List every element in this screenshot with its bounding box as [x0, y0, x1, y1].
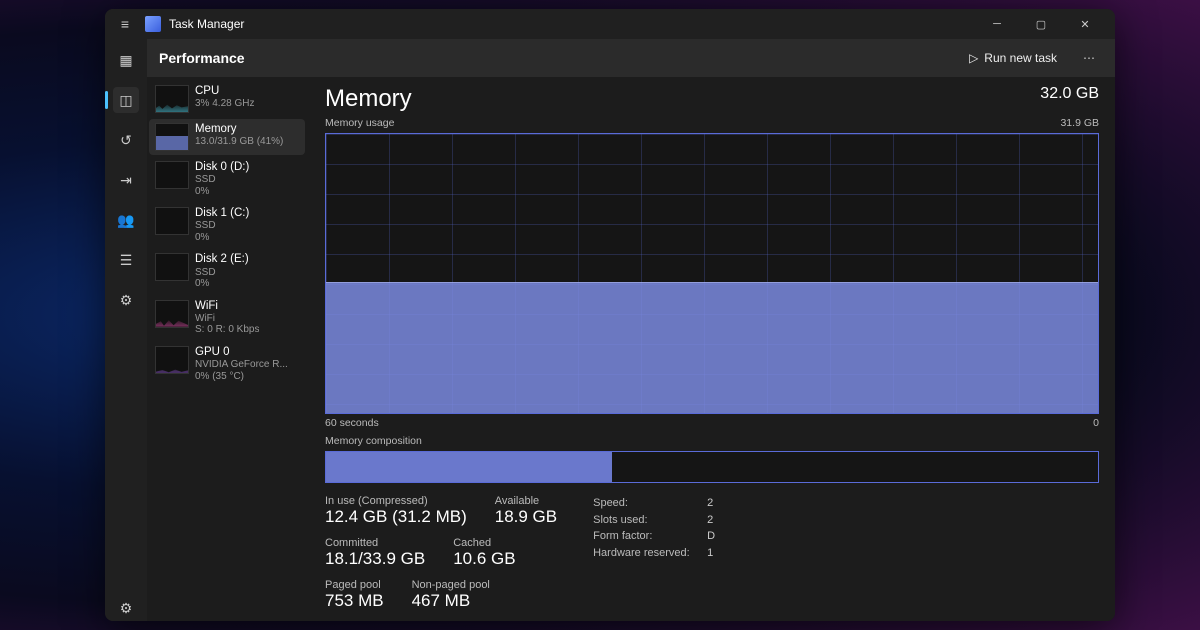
- stat-label: Non-paged pool: [412, 579, 490, 591]
- disk-spark-icon: [155, 161, 189, 189]
- stat-value: 10.6 GB: [453, 549, 515, 569]
- memory-total: 32.0 GB: [1040, 85, 1099, 103]
- stat-value: 12.4 GB (31.2 MB): [325, 507, 467, 527]
- processes-icon[interactable]: ▦: [113, 47, 139, 73]
- app-icon: [145, 16, 161, 32]
- sidebar-item-gpu[interactable]: GPU 0 NVIDIA GeForce R... 0% (35 °C): [149, 342, 305, 386]
- sidebar-item-cpu[interactable]: CPU 3% 4.28 GHz: [149, 81, 305, 117]
- sidebar-item-label: GPU 0: [195, 346, 288, 359]
- maximize-button[interactable]: ▢: [1019, 9, 1063, 39]
- stat-label: Cached: [453, 537, 515, 549]
- minimize-button[interactable]: ─: [975, 9, 1019, 39]
- gpu-spark-icon: [155, 346, 189, 374]
- composition-label: Memory composition: [325, 435, 1099, 447]
- sidebar-item-sub: 3% 4.28 GHz: [195, 98, 254, 110]
- sidebar-item-label: Disk 0 (D:): [195, 161, 249, 174]
- stat-label: Hardware reserved:: [593, 545, 693, 562]
- sidebar-item-memory[interactable]: Memory 13.0/31.9 GB (41%): [149, 119, 305, 155]
- sidebar-item-sub: 0%: [195, 278, 249, 290]
- sidebar-item-label: WiFi: [195, 300, 259, 313]
- stat-label: Committed: [325, 537, 425, 549]
- sidebar-item-sub: 0%: [195, 186, 249, 198]
- stat-value: 753 MB: [325, 591, 384, 611]
- titlebar: ≡ Task Manager ─ ▢ ✕: [105, 9, 1115, 39]
- window-title: Task Manager: [169, 17, 244, 31]
- stat-value: D: [707, 528, 715, 545]
- settings-icon[interactable]: ⚙: [113, 595, 139, 621]
- memory-stats: In use (Compressed) 12.4 GB (31.2 MB) Av…: [325, 495, 1099, 611]
- sidebar-item-sub: WiFi: [195, 313, 259, 325]
- details-icon[interactable]: ☰: [113, 247, 139, 273]
- stat-label: Form factor:: [593, 528, 693, 545]
- cpu-spark-icon: [155, 85, 189, 113]
- task-manager-window: ≡ Task Manager ─ ▢ ✕ ▦ ◫ ↺ ⇥ 👥 ☰ ⚙ ⚙ Per…: [105, 9, 1115, 621]
- axis-right: 0: [1093, 417, 1099, 429]
- stat-value: 467 MB: [412, 591, 490, 611]
- axis-left: 60 seconds: [325, 417, 379, 429]
- disk-spark-icon: [155, 207, 189, 235]
- sidebar-item-label: Disk 1 (C:): [195, 207, 249, 220]
- stat-value: 2: [707, 495, 713, 512]
- sidebar-item-sub: 0% (35 °C): [195, 371, 288, 383]
- memory-spec-table: Speed: 2 Slots used: 2 Form factor: D Hardw…: [593, 495, 715, 611]
- close-button[interactable]: ✕: [1063, 9, 1107, 39]
- disk-spark-icon: [155, 253, 189, 281]
- sidebar-item-sub: SSD: [195, 174, 249, 186]
- memory-composition-bar: [325, 451, 1099, 483]
- users-icon[interactable]: 👥: [113, 207, 139, 233]
- stat-value: 18.1/33.9 GB: [325, 549, 425, 569]
- sidebar-item-sub: 13.0/31.9 GB (41%): [195, 136, 283, 148]
- wifi-spark-icon: [155, 300, 189, 328]
- stat-label: Paged pool: [325, 579, 384, 591]
- stat-value: 18.9 GB: [495, 507, 557, 527]
- page-title: Performance: [159, 50, 245, 66]
- more-icon[interactable]: ⋯: [1075, 51, 1103, 65]
- stat-label: Available: [495, 495, 557, 507]
- sidebar-item-sub: SSD: [195, 267, 249, 279]
- performance-icon[interactable]: ◫: [113, 87, 139, 113]
- usage-max: 31.9 GB: [1060, 117, 1099, 129]
- sidebar-item-wifi[interactable]: WiFi WiFi S: 0 R: 0 Kbps: [149, 296, 305, 340]
- menu-icon[interactable]: ≡: [113, 16, 137, 32]
- sidebar-item-label: Disk 2 (E:): [195, 253, 249, 266]
- sidebar-item-disk2[interactable]: Disk 2 (E:) SSD 0%: [149, 249, 305, 293]
- perf-sidebar: CPU 3% 4.28 GHz Memory 13.0/31.9 GB (41%…: [147, 77, 307, 621]
- memory-spark-icon: [155, 123, 189, 151]
- sidebar-item-disk1[interactable]: Disk 1 (C:) SSD 0%: [149, 203, 305, 247]
- services-icon[interactable]: ⚙: [113, 287, 139, 313]
- stat-value: 2: [707, 512, 713, 529]
- main-panel: Memory 32.0 GB Memory usage 31.9 GB 60 s…: [307, 77, 1115, 621]
- nav-rail: ▦ ◫ ↺ ⇥ 👥 ☰ ⚙ ⚙: [105, 39, 147, 621]
- sidebar-item-label: Memory: [195, 123, 283, 136]
- startup-icon[interactable]: ⇥: [113, 167, 139, 193]
- toolbar: Performance ▷ Run new task ⋯: [147, 39, 1115, 77]
- sidebar-item-disk0[interactable]: Disk 0 (D:) SSD 0%: [149, 157, 305, 201]
- stat-value: 1: [707, 545, 713, 562]
- sidebar-item-sub: S: 0 R: 0 Kbps: [195, 324, 259, 336]
- sidebar-item-label: CPU: [195, 85, 254, 98]
- stat-label: Slots used:: [593, 512, 693, 529]
- run-new-task-button[interactable]: ▷ Run new task: [961, 47, 1065, 69]
- resource-title: Memory: [325, 85, 412, 113]
- app-history-icon[interactable]: ↺: [113, 127, 139, 153]
- run-icon: ▷: [969, 51, 978, 65]
- sidebar-item-sub: 0%: [195, 232, 249, 244]
- sidebar-item-sub: NVIDIA GeForce R...: [195, 359, 288, 371]
- composition-used: [326, 452, 612, 482]
- memory-usage-chart: [325, 133, 1099, 414]
- sidebar-item-sub: SSD: [195, 220, 249, 232]
- stat-label: Speed:: [593, 495, 693, 512]
- run-new-task-label: Run new task: [984, 51, 1057, 65]
- stat-label: In use (Compressed): [325, 495, 467, 507]
- usage-label: Memory usage: [325, 117, 394, 129]
- memory-usage-fill: [326, 282, 1098, 413]
